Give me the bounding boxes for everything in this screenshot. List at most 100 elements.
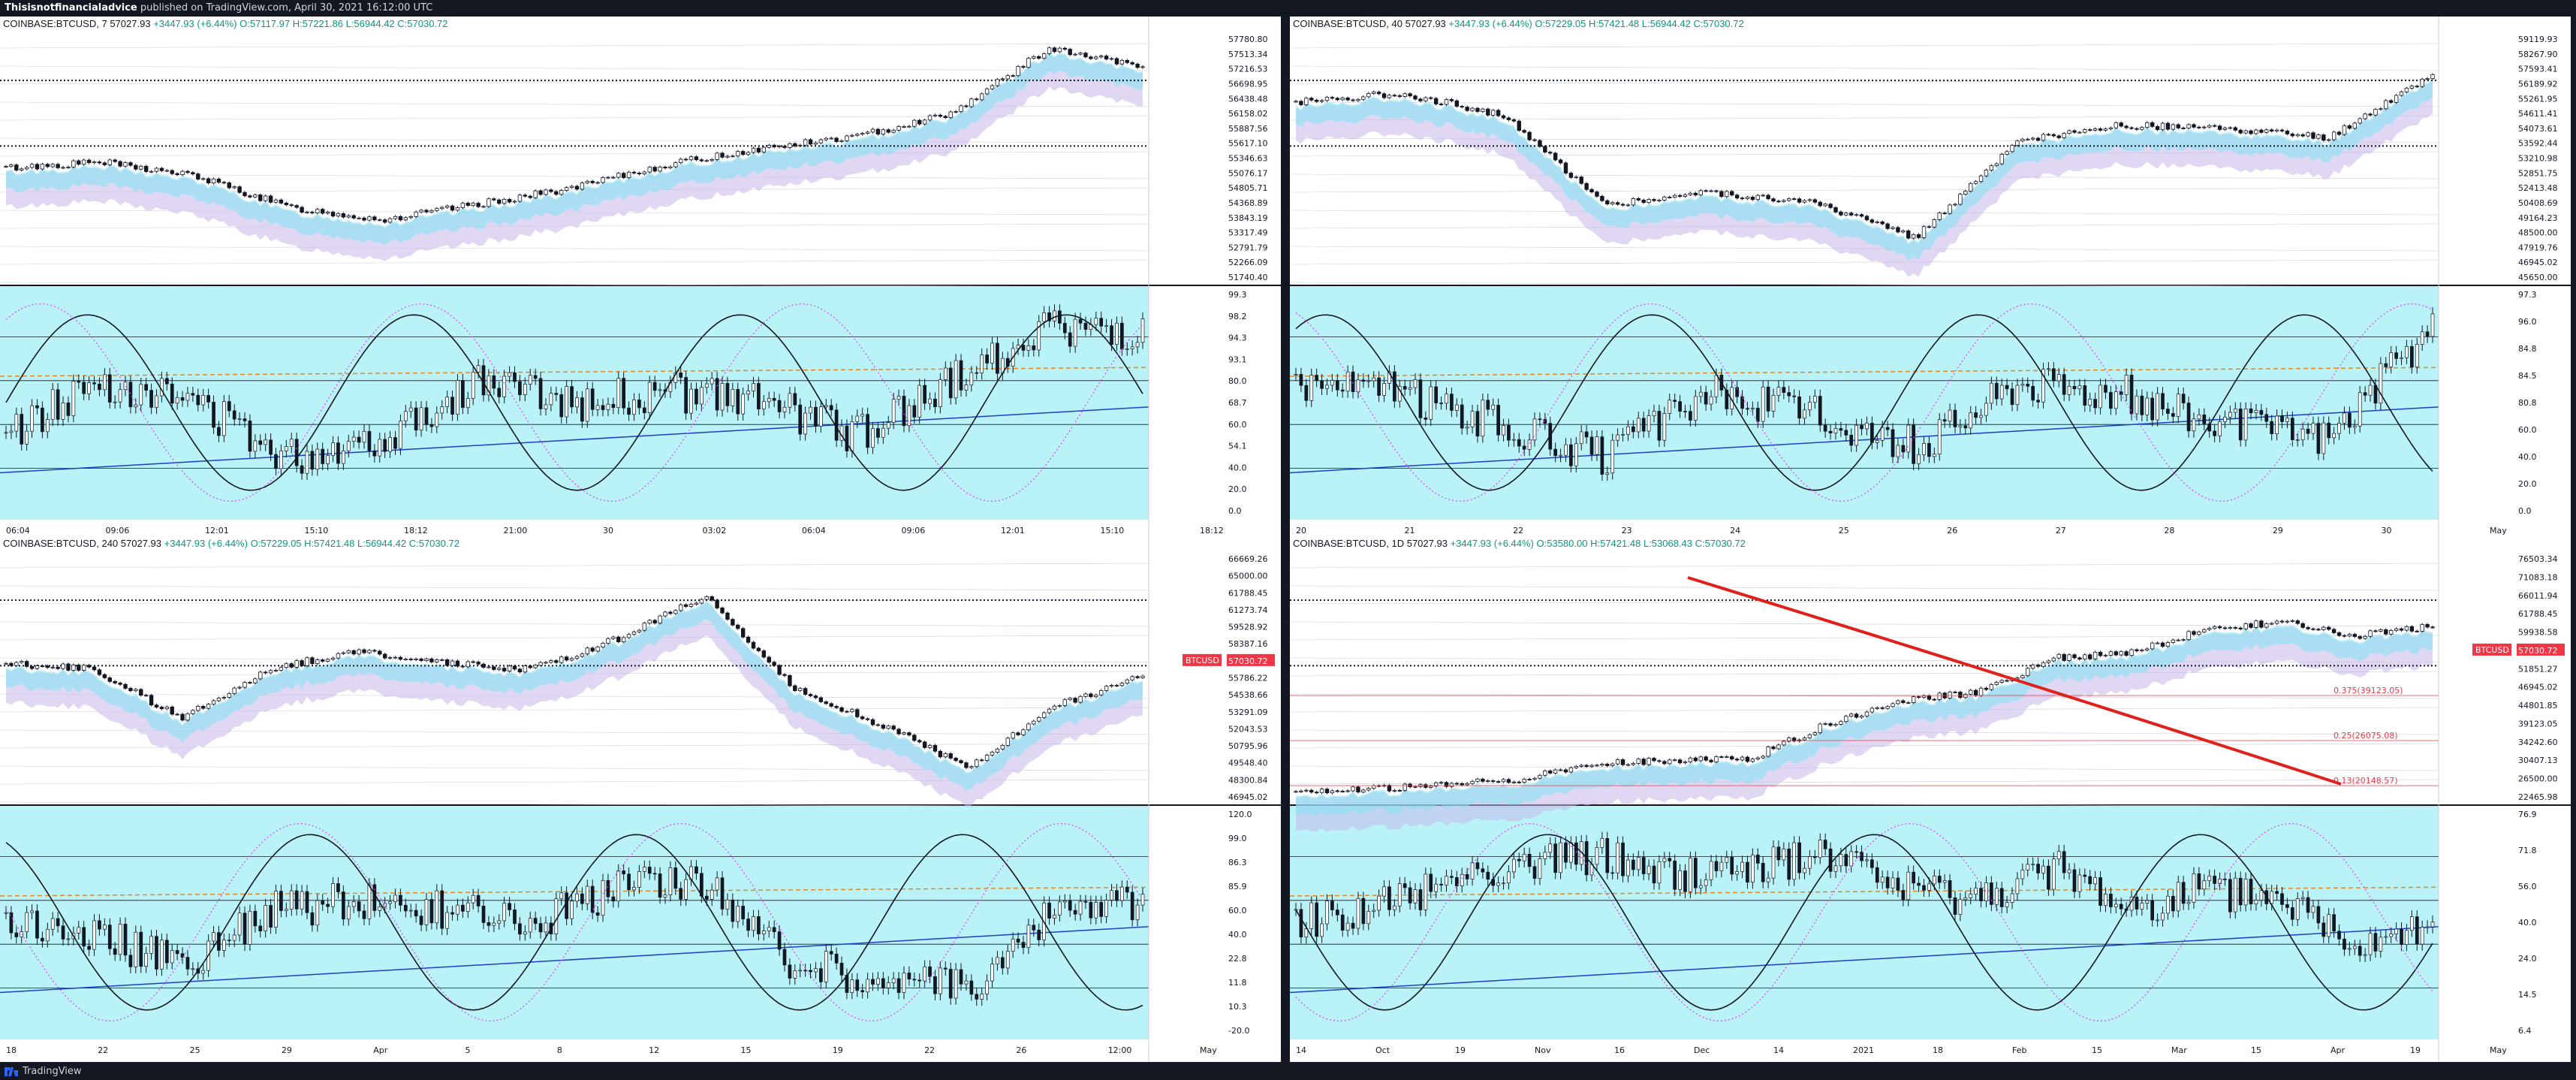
author-name[interactable]: Thisisnotfinancialadvice bbox=[5, 2, 137, 14]
candle bbox=[1844, 716, 1848, 723]
price-axis-label: 56158.02 bbox=[1228, 109, 1268, 119]
price-axis-label: 51851.27 bbox=[2518, 664, 2558, 674]
rsi-candle bbox=[1621, 842, 1625, 876]
candle bbox=[1563, 769, 1568, 773]
rsi-candle bbox=[1912, 871, 1916, 884]
rsi-candle bbox=[1429, 386, 1433, 420]
chart-canvas[interactable]: 76503.3471083.1866011.9461788.4559938.58… bbox=[1290, 536, 2571, 1062]
rsi-candle bbox=[2077, 385, 2082, 390]
candle bbox=[2269, 129, 2274, 132]
candle bbox=[2336, 131, 2342, 135]
candle bbox=[279, 667, 284, 671]
rsi-candle bbox=[357, 436, 361, 443]
rsi-candle bbox=[1078, 318, 1083, 324]
rsi-candle bbox=[1610, 439, 1615, 474]
candle bbox=[154, 167, 159, 172]
candle bbox=[512, 665, 517, 670]
candle bbox=[1948, 204, 1952, 214]
price-axis-label: 48300.84 bbox=[1228, 775, 1268, 785]
candle bbox=[227, 693, 231, 698]
candle bbox=[528, 665, 532, 668]
rsi-candle bbox=[2300, 897, 2305, 899]
rsi-candle bbox=[82, 382, 86, 394]
purple-band bbox=[6, 53, 1143, 261]
rsi-candle bbox=[1294, 374, 1298, 376]
rsi-candle bbox=[440, 890, 444, 929]
rsi-candle bbox=[1512, 439, 1516, 441]
time-axis-label: 26 bbox=[1947, 526, 1957, 535]
candle bbox=[2171, 124, 2176, 130]
candle bbox=[1672, 195, 1677, 198]
rsi-candle bbox=[2306, 428, 2310, 434]
rsi-candle bbox=[25, 912, 29, 933]
candle bbox=[2228, 627, 2233, 629]
candle bbox=[1314, 99, 1319, 102]
chart-canvas[interactable]: 66669.2665000.0061788.4561273.7459528.92… bbox=[0, 536, 1281, 1062]
candle bbox=[2103, 128, 2108, 131]
candle bbox=[544, 662, 548, 664]
rsi-candle bbox=[601, 880, 605, 916]
rsi-candle bbox=[1345, 371, 1350, 392]
price-axis-label: 57593.41 bbox=[2518, 65, 2558, 74]
rsi-candle bbox=[2083, 874, 2087, 877]
candle bbox=[1994, 682, 1999, 685]
rsi-candle bbox=[2332, 433, 2336, 439]
rsi-candle bbox=[351, 901, 356, 907]
rsi-candle bbox=[1315, 375, 1319, 382]
candle bbox=[2186, 631, 2191, 641]
time-axis-label: 06:04 bbox=[6, 526, 30, 535]
chart-panel-240[interactable]: COINBASE:BTCUSD, 240 57027.93 +3447.93 (… bbox=[0, 536, 1281, 1062]
rsi-candle bbox=[2171, 895, 2175, 912]
rsi-candle bbox=[1958, 425, 1963, 427]
rsi-candle bbox=[2270, 891, 2274, 904]
rsi-candle bbox=[1119, 886, 1124, 901]
candle bbox=[2207, 628, 2212, 630]
rsi-candle bbox=[2145, 397, 2150, 415]
rsi-candle bbox=[809, 970, 812, 973]
chart-panel-1d[interactable]: COINBASE:BTCUSD, 1D 57027.93 +3447.93 (+… bbox=[1290, 536, 2571, 1062]
chart-canvas[interactable]: 57780.8057513.3457216.5356698.9556438.48… bbox=[0, 17, 1281, 542]
candle bbox=[1553, 769, 1558, 774]
candle bbox=[387, 218, 393, 223]
rsi-candle bbox=[1927, 442, 1931, 457]
rsi-candle bbox=[1021, 942, 1026, 949]
rsi-candle bbox=[1439, 883, 1443, 885]
rsi-candle bbox=[1465, 873, 1469, 879]
footer-brand[interactable]: TradingView bbox=[23, 1066, 82, 1077]
time-axis-label: Apr bbox=[373, 1045, 388, 1055]
rsi-candle bbox=[1969, 894, 1973, 898]
rsi-candle bbox=[1854, 424, 1858, 446]
candle bbox=[756, 147, 761, 152]
rsi-candle bbox=[2015, 385, 2020, 406]
candle bbox=[248, 195, 252, 198]
rsi-candle bbox=[1605, 838, 1610, 873]
rsi-candle bbox=[269, 905, 273, 928]
candle bbox=[1839, 721, 1843, 725]
candle bbox=[45, 164, 50, 167]
candle bbox=[2119, 122, 2123, 127]
rsi-candle bbox=[1735, 871, 1739, 875]
rsi-candle bbox=[585, 388, 589, 422]
rsi-candle bbox=[1512, 858, 1516, 873]
candle bbox=[969, 766, 974, 768]
candle bbox=[652, 167, 657, 172]
candle bbox=[378, 219, 382, 222]
rsi-candle bbox=[704, 895, 709, 900]
candle bbox=[975, 759, 979, 768]
candle bbox=[1073, 698, 1077, 703]
rsi-candle bbox=[1689, 411, 1692, 421]
time-axis-label: 14 bbox=[1296, 1045, 1306, 1055]
rsi-candle bbox=[839, 963, 844, 976]
rsi-candle bbox=[518, 923, 522, 935]
candle bbox=[1766, 195, 1770, 200]
candle bbox=[803, 688, 808, 695]
rsi-candle bbox=[2405, 345, 2409, 358]
price-axis-label: 53592.44 bbox=[2518, 139, 2558, 149]
rsi-axis-label: 99.3 bbox=[1228, 290, 1247, 300]
rsi-candle bbox=[2280, 415, 2284, 422]
chart-panel-40[interactable]: COINBASE:BTCUSD, 40 57027.93 +3447.93 (+… bbox=[1290, 17, 2571, 542]
candle bbox=[2342, 125, 2347, 135]
candle bbox=[139, 689, 143, 696]
chart-panel-7[interactable]: COINBASE:BTCUSD, 7 57027.93 +3447.93 (+6… bbox=[0, 17, 1281, 542]
chart-canvas[interactable]: 59119.9358267.9057593.4156189.9255261.95… bbox=[1290, 17, 2571, 542]
